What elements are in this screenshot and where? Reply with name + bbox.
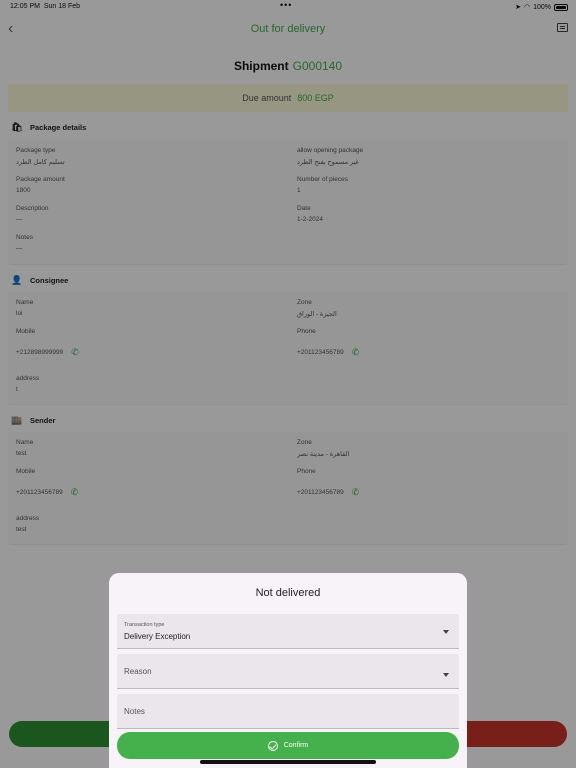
- sheet-title: Not delivered: [255, 587, 321, 599]
- transaction-type-select[interactable]: Transaction type Delivery Exception: [117, 614, 459, 649]
- confirm-button[interactable]: Confirm: [117, 732, 459, 759]
- not-delivered-sheet: Not delivered Transaction type Delivery …: [109, 573, 467, 768]
- notes-input[interactable]: Notes: [117, 694, 459, 729]
- reason-select[interactable]: Reason: [117, 654, 459, 689]
- check-circle-icon: [267, 740, 278, 751]
- dropdown-arrow-icon: [443, 630, 449, 634]
- dropdown-arrow-icon: [443, 673, 449, 677]
- home-indicator: [200, 760, 376, 764]
